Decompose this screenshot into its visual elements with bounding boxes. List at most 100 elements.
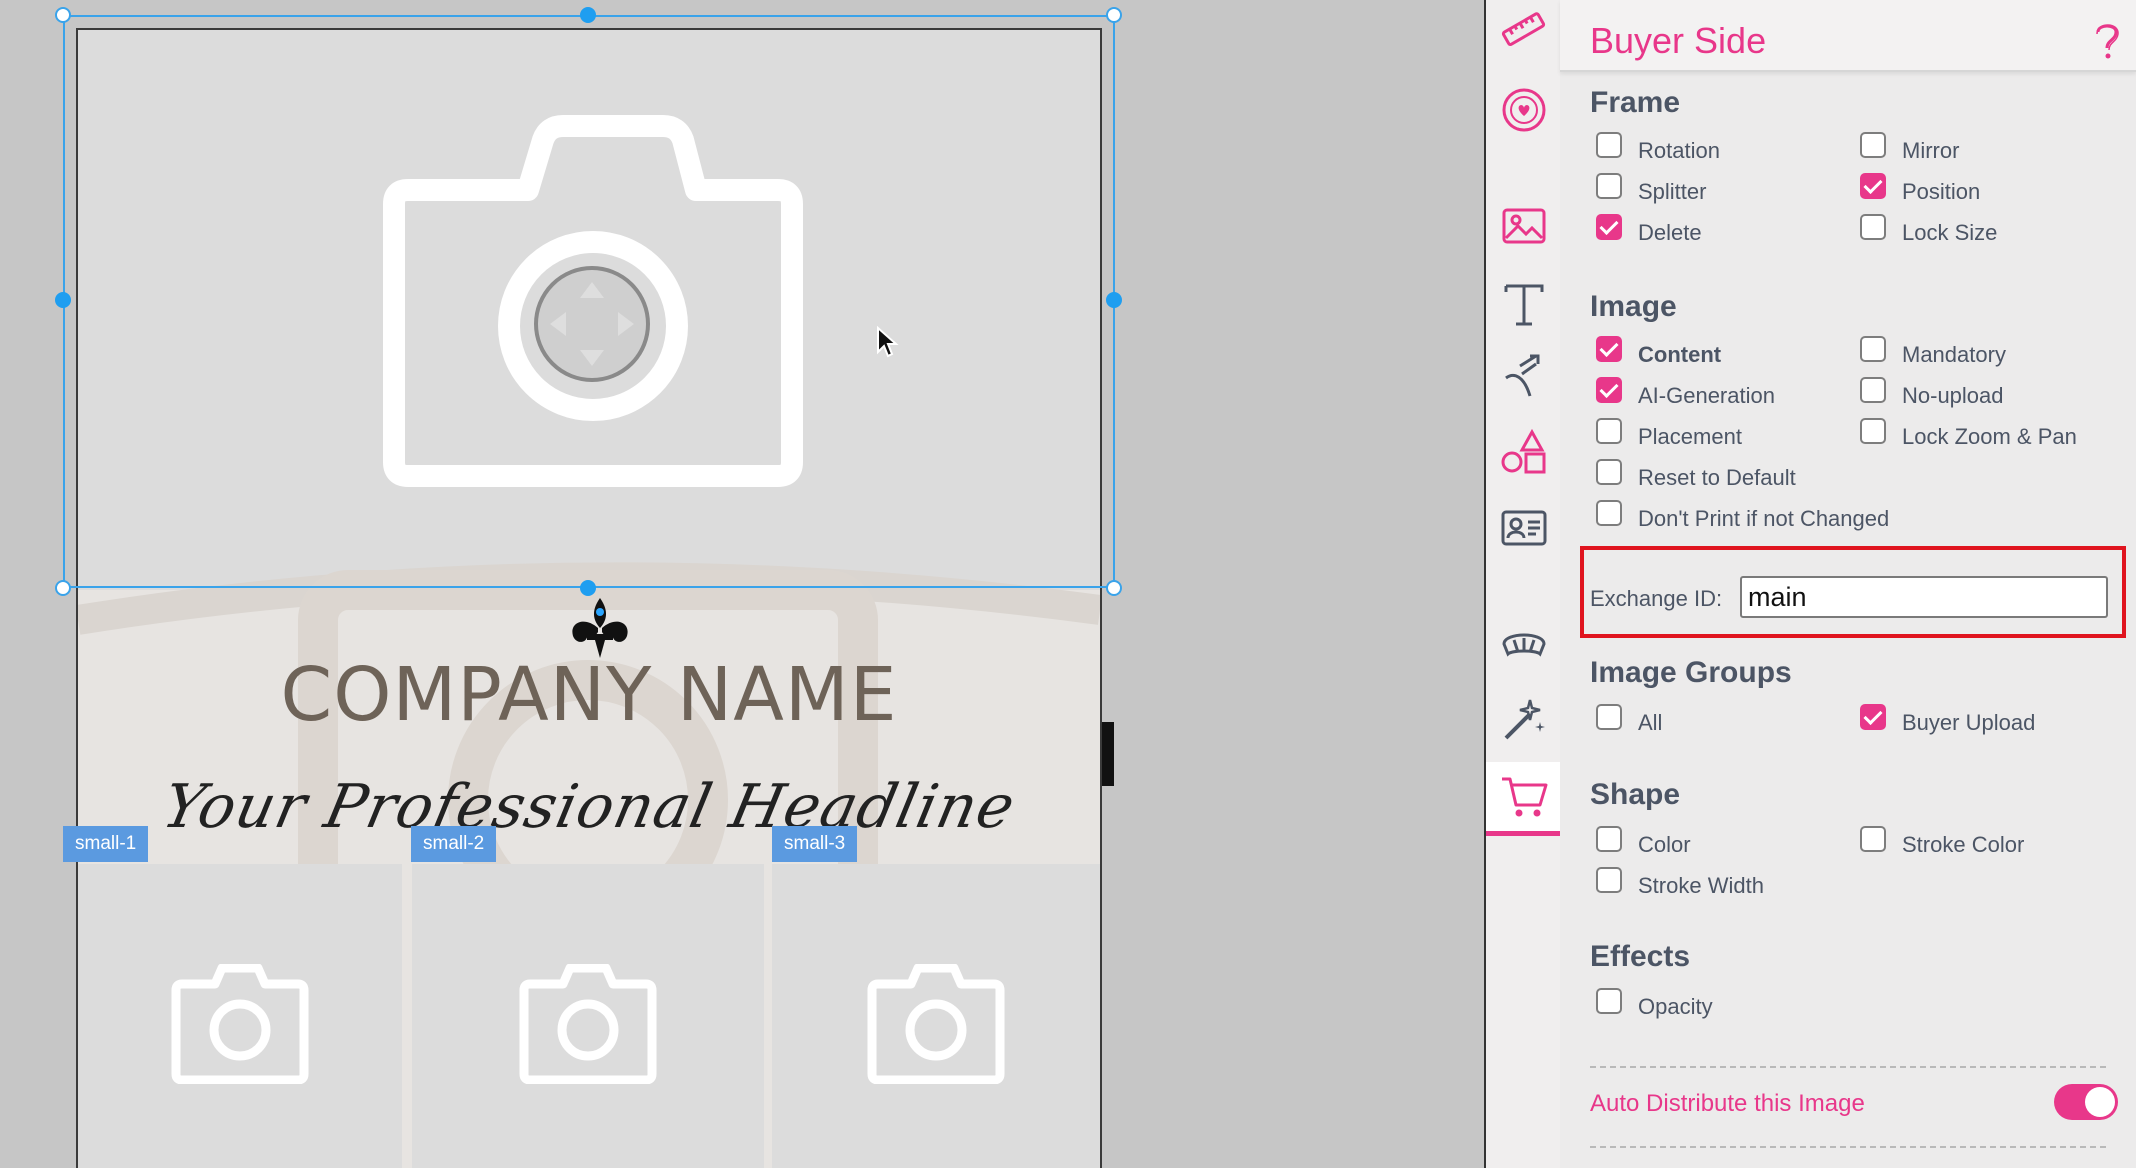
checkbox-box[interactable] — [1596, 173, 1622, 199]
panel-title: Buyer Side — [1590, 20, 1767, 61]
auto-distribute-label: Auto Distribute this Image — [1590, 1090, 1865, 1117]
frame-rotation-checkbox[interactable]: Rotation — [1596, 132, 1720, 164]
checkbox-label: Lock Size — [1902, 220, 1998, 245]
checkbox-label: Content — [1638, 342, 1722, 367]
checkbox-box[interactable] — [1596, 704, 1622, 730]
headline-text[interactable]: Your Professional Headline — [78, 772, 1100, 842]
image-reset-default-checkbox[interactable]: Reset to Default — [1596, 459, 1796, 491]
checkbox-box[interactable] — [1596, 867, 1622, 893]
checkbox-box[interactable] — [1596, 418, 1622, 444]
resize-handle-top-right[interactable] — [1106, 7, 1122, 23]
small-3-tag[interactable]: small-3 — [772, 826, 858, 862]
mask-icon — [1502, 633, 1546, 657]
checkbox-box[interactable] — [1860, 377, 1886, 403]
magic-tool[interactable] — [1486, 690, 1562, 750]
checkbox-box[interactable] — [1596, 132, 1622, 158]
resize-handle-right[interactable] — [1106, 292, 1122, 308]
checkbox-box[interactable] — [1596, 500, 1622, 526]
buyer-side-panel: Buyer Side Frame Rotation Mirror Splitte… — [1560, 0, 2136, 1168]
checkbox-box[interactable] — [1860, 214, 1886, 240]
small-image-frame-2[interactable] — [412, 864, 764, 1168]
checkbox-label: Lock Zoom & Pan — [1902, 424, 2077, 449]
image-content-checkbox[interactable]: Content — [1596, 336, 1722, 368]
exchange-id-input[interactable] — [1740, 576, 2108, 618]
resize-handle-left[interactable] — [55, 292, 71, 308]
checkbox-box[interactable] — [1596, 459, 1622, 485]
shape-color-checkbox[interactable]: Color — [1596, 826, 1691, 858]
ruler-tool[interactable] — [1486, 0, 1562, 60]
shapes-icon — [1501, 428, 1546, 474]
shape-stroke-width-checkbox[interactable]: Stroke Width — [1596, 867, 1764, 899]
checkbox-label: Mandatory — [1902, 342, 2006, 367]
checkbox-label: All — [1638, 710, 1663, 735]
shapes-tool[interactable] — [1486, 422, 1562, 482]
rotate-handle-top[interactable] — [580, 7, 596, 23]
design-canvas[interactable]: COMPANY NAME Your Professional Headline … — [0, 0, 1484, 1168]
camera-icon — [171, 964, 309, 1084]
resize-handle-bottom-right[interactable] — [1106, 580, 1122, 596]
small-image-frame-3[interactable] — [772, 864, 1100, 1168]
checkbox-label: Rotation — [1638, 138, 1720, 163]
heart-badge-icon — [1502, 88, 1546, 132]
help-icon[interactable] — [2092, 20, 2122, 60]
checkbox-label: Buyer Upload — [1902, 710, 2036, 735]
small-1-tag[interactable]: small-1 — [63, 826, 149, 862]
checkbox-label: Placement — [1638, 424, 1742, 449]
frame-section-title: Frame — [1590, 86, 1681, 119]
effects-section-title: Effects — [1590, 940, 1691, 973]
company-name-text[interactable]: COMPANY NAME — [78, 652, 1100, 738]
checkbox-box[interactable] — [1860, 132, 1886, 158]
small-image-frame-1[interactable] — [78, 864, 402, 1168]
group-all-checkbox[interactable]: All — [1596, 704, 1663, 736]
frame-lock-size-checkbox[interactable]: Lock Size — [1860, 214, 1998, 246]
image-dont-print-checkbox[interactable]: Don't Print if not Changed — [1596, 500, 1889, 532]
checkbox-box[interactable] — [1596, 214, 1622, 240]
checkbox-box[interactable] — [1596, 377, 1622, 403]
shape-stroke-color-checkbox[interactable]: Stroke Color — [1860, 826, 2024, 858]
checkbox-box[interactable] — [1860, 336, 1886, 362]
image-ai-generation-checkbox[interactable]: AI-Generation — [1596, 377, 1775, 409]
small-2-tag[interactable]: small-2 — [411, 826, 497, 862]
checkbox-box[interactable] — [1860, 826, 1886, 852]
effects-opacity-checkbox[interactable]: Opacity — [1596, 988, 1713, 1020]
selection-box[interactable] — [63, 15, 1115, 588]
resize-handle-bottom-left[interactable] — [55, 580, 71, 596]
favorites-tool[interactable] — [1486, 80, 1562, 140]
image-no-upload-checkbox[interactable]: No-upload — [1860, 377, 2004, 409]
auto-distribute-toggle[interactable] — [2054, 1084, 2118, 1120]
frame-mirror-checkbox[interactable]: Mirror — [1860, 132, 1959, 164]
checkbox-label: Splitter — [1638, 179, 1707, 204]
frame-position-checkbox[interactable]: Position — [1860, 173, 1980, 205]
resize-handle-bottom[interactable] — [580, 580, 596, 596]
group-buyer-upload-checkbox[interactable]: Buyer Upload — [1860, 704, 2036, 736]
checkbox-box[interactable] — [1860, 418, 1886, 444]
checkbox-box[interactable] — [1596, 336, 1622, 362]
image-mandatory-checkbox[interactable]: Mandatory — [1860, 336, 2006, 368]
image-tool[interactable] — [1486, 196, 1562, 256]
checkbox-label: Stroke Width — [1638, 873, 1764, 898]
buyer-side-tool[interactable] — [1486, 762, 1562, 836]
checkbox-box[interactable] — [1596, 826, 1622, 852]
image-lock-zoom-pan-checkbox[interactable]: Lock Zoom & Pan — [1860, 418, 2077, 450]
checkbox-box[interactable] — [1860, 704, 1886, 730]
frame-delete-checkbox[interactable]: Delete — [1596, 214, 1702, 246]
checkbox-label: Delete — [1638, 220, 1702, 245]
cart-icon — [1502, 777, 1548, 816]
image-placement-checkbox[interactable]: Placement — [1596, 418, 1742, 450]
canvas-scroll-indicator[interactable] — [1102, 722, 1114, 786]
camera-icon — [519, 964, 657, 1084]
mask-tool[interactable] — [1486, 616, 1562, 676]
magic-wand-icon — [1504, 699, 1545, 740]
panel-header: Buyer Side — [1560, 0, 2136, 72]
text-tool[interactable] — [1486, 274, 1562, 334]
checkbox-box[interactable] — [1596, 988, 1622, 1014]
tool-sidebar — [1484, 0, 1562, 1168]
contact-card-tool[interactable] — [1486, 498, 1562, 558]
path-icon — [1505, 354, 1540, 397]
frame-splitter-checkbox[interactable]: Splitter — [1596, 173, 1707, 205]
resize-handle-top-left[interactable] — [55, 7, 71, 23]
image-section-title: Image — [1590, 290, 1677, 323]
path-tool[interactable] — [1486, 346, 1562, 406]
ruler-icon — [1501, 12, 1546, 46]
checkbox-box[interactable] — [1860, 173, 1886, 199]
